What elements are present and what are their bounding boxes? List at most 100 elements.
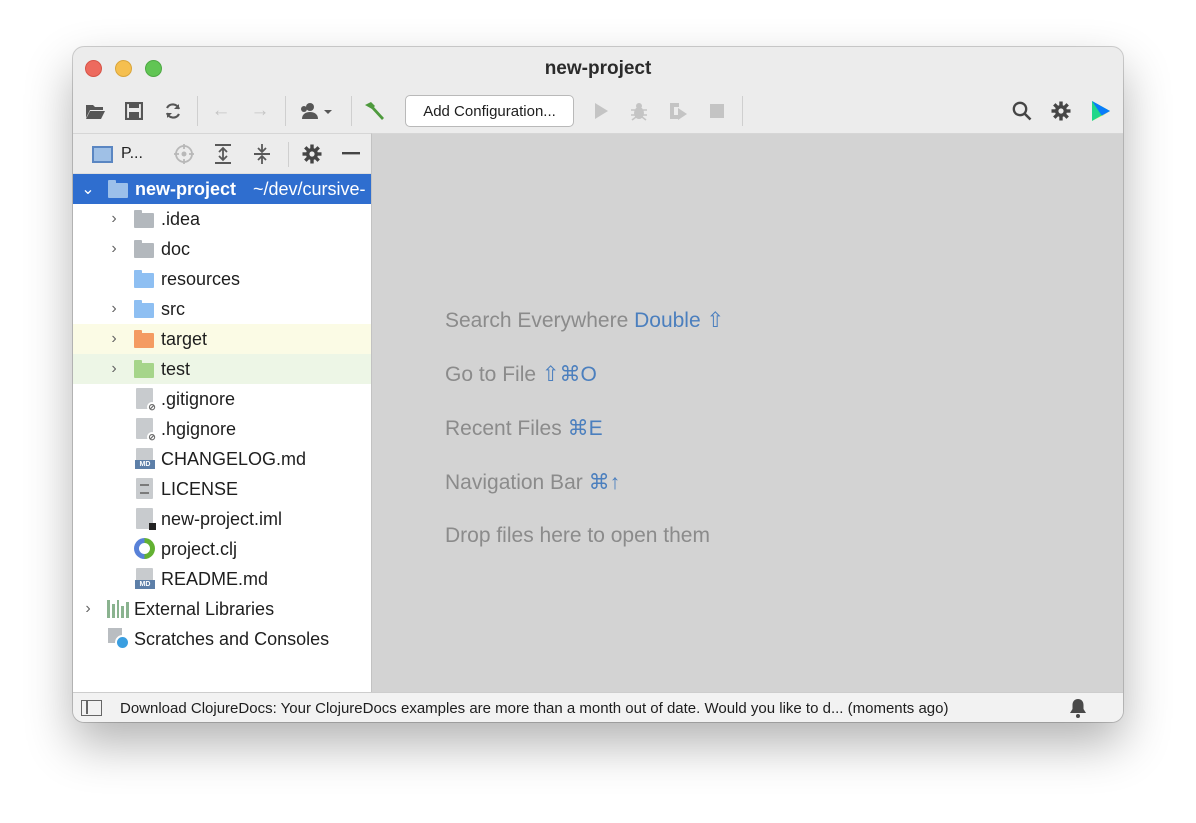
chevron-right-icon[interactable]: › — [107, 210, 121, 227]
tree-item-label: target — [161, 328, 208, 349]
scratches-icon — [108, 628, 130, 650]
tree-item-readme[interactable]: MD README.md — [73, 564, 371, 594]
tree-item-label: test — [161, 358, 191, 379]
tree-item-resources[interactable]: resources — [73, 264, 371, 294]
vcs-user-icon[interactable] — [296, 99, 336, 123]
title-bar: new-project — [73, 47, 1123, 89]
ide-logo-icon[interactable] — [1087, 99, 1113, 123]
tree-item-idea[interactable]: › .idea — [73, 204, 371, 234]
debug-icon[interactable] — [626, 99, 652, 123]
status-message[interactable]: Download ClojureDocs: Your ClojureDocs e… — [120, 700, 948, 717]
project-tool-window: P... ⌄ new-project ~/dev/cursive- › .ide… — [73, 133, 371, 692]
chevron-right-icon[interactable]: › — [107, 360, 121, 377]
notifications-bell-icon[interactable] — [1069, 698, 1087, 722]
toolbar-separator — [285, 96, 286, 126]
save-icon[interactable] — [121, 99, 147, 123]
ignore-file-icon: ⊘ — [136, 388, 157, 412]
tree-item-label: CHANGELOG.md — [161, 448, 307, 469]
test-folder-icon — [134, 360, 154, 378]
tree-item-license[interactable]: LICENSE — [73, 474, 371, 504]
tree-item-label: src — [161, 298, 185, 319]
tree-item-label: .hgignore — [161, 418, 237, 439]
libraries-icon — [107, 600, 129, 618]
stop-icon[interactable] — [704, 99, 730, 123]
tree-item-scratches[interactable]: Scratches and Consoles — [73, 624, 371, 654]
project-folder-icon — [108, 180, 128, 198]
toolbar-separator — [351, 96, 352, 126]
tree-item-label: project.clj — [161, 538, 238, 559]
resources-folder-icon — [134, 270, 154, 288]
hint-go-to-file: Go to File ⇧⌘O — [445, 363, 597, 386]
pane-settings-gear-icon[interactable] — [300, 142, 324, 166]
project-pane-header: P... — [73, 134, 371, 174]
chevron-right-icon[interactable]: › — [81, 600, 95, 617]
tree-item-external-libraries[interactable]: › External Libraries — [73, 594, 371, 624]
tree-item-label: resources — [161, 268, 241, 289]
expand-all-icon[interactable] — [211, 142, 235, 166]
collapse-all-icon[interactable] — [250, 142, 274, 166]
text-file-icon — [136, 478, 153, 499]
toolbar-separator — [742, 96, 743, 126]
folder-icon — [134, 240, 154, 258]
ignore-file-icon: ⊘ — [136, 418, 157, 442]
settings-gear-icon[interactable] — [1048, 99, 1074, 123]
tree-item-changelog[interactable]: MD CHANGELOG.md — [73, 444, 371, 474]
chevron-right-icon[interactable]: › — [107, 240, 121, 257]
tree-item-target[interactable]: › target — [73, 324, 371, 354]
clojure-file-icon — [134, 538, 155, 559]
markdown-file-icon: MD — [135, 448, 155, 469]
chevron-right-icon[interactable]: › — [107, 300, 121, 317]
tree-item-label: .idea — [161, 208, 201, 229]
tree-item-label: .gitignore — [161, 388, 236, 409]
tool-windows-toggle-icon[interactable] — [81, 700, 102, 716]
tree-item-test[interactable]: › test — [73, 354, 371, 384]
chevron-right-icon[interactable]: › — [107, 330, 121, 347]
hint-navigation-bar: Navigation Bar ⌘↑ — [445, 471, 621, 494]
run-with-coverage-icon[interactable] — [665, 99, 691, 123]
pane-header-separator — [288, 142, 289, 167]
root-name: new-project — [135, 178, 237, 199]
tree-root-new-project[interactable]: ⌄ new-project ~/dev/cursive- — [73, 174, 371, 204]
tree-item-label: README.md — [161, 568, 269, 589]
toolbar-separator — [197, 96, 198, 126]
main-toolbar: ← → Add Configuration... — [73, 89, 1123, 133]
tree-item-label: new-project.iml — [161, 508, 283, 529]
tree-item-project-clj[interactable]: project.clj — [73, 534, 371, 564]
add-configuration-button[interactable]: Add Configuration... — [405, 95, 574, 127]
editor-area[interactable]: Search Everywhere Double ⇧ Go to File ⇧⌘… — [371, 133, 1123, 692]
project-tree: ⌄ new-project ~/dev/cursive- › .idea › d… — [73, 174, 371, 654]
status-bar: Download ClojureDocs: Your ClojureDocs e… — [73, 692, 1123, 722]
source-folder-icon — [134, 300, 154, 318]
chevron-down-icon[interactable]: ⌄ — [81, 181, 95, 198]
tree-item-label: External Libraries — [134, 598, 275, 619]
root-path: ~/dev/cursive- — [253, 178, 366, 199]
hint-drop-files: Drop files here to open them — [445, 524, 710, 547]
ide-window: new-project ← → Add Configuration... P..… — [73, 47, 1123, 722]
run-icon[interactable] — [588, 99, 614, 123]
tree-item-iml[interactable]: new-project.iml — [73, 504, 371, 534]
tree-item-src[interactable]: › src — [73, 294, 371, 324]
window-title: new-project — [544, 58, 652, 79]
tree-item-label: LICENSE — [161, 478, 239, 499]
tree-item-label: Scratches and Consoles — [134, 628, 330, 649]
module-file-icon — [136, 508, 156, 530]
excluded-folder-icon — [134, 330, 154, 348]
sync-icon[interactable] — [160, 99, 186, 123]
back-arrow-icon[interactable]: ← — [208, 99, 234, 123]
hint-search-everywhere: Search Everywhere Double ⇧ — [445, 309, 725, 332]
markdown-file-icon: MD — [135, 568, 155, 589]
tree-item-hgignore[interactable]: ⊘ .hgignore — [73, 414, 371, 444]
locate-file-icon[interactable] — [172, 142, 196, 166]
tree-item-label: doc — [161, 238, 191, 259]
hint-recent-files: Recent Files ⌘E — [445, 417, 603, 440]
search-icon[interactable] — [1009, 99, 1035, 123]
folder-icon — [134, 210, 154, 228]
build-hammer-icon[interactable] — [361, 99, 387, 123]
project-view-icon — [92, 146, 113, 163]
tree-item-gitignore[interactable]: ⊘ .gitignore — [73, 384, 371, 414]
forward-arrow-icon[interactable]: → — [247, 99, 273, 123]
tree-item-doc[interactable]: › doc — [73, 234, 371, 264]
hide-pane-icon[interactable] — [339, 142, 363, 166]
project-pane-title[interactable]: P... — [121, 145, 143, 163]
open-folder-icon[interactable] — [82, 99, 108, 123]
